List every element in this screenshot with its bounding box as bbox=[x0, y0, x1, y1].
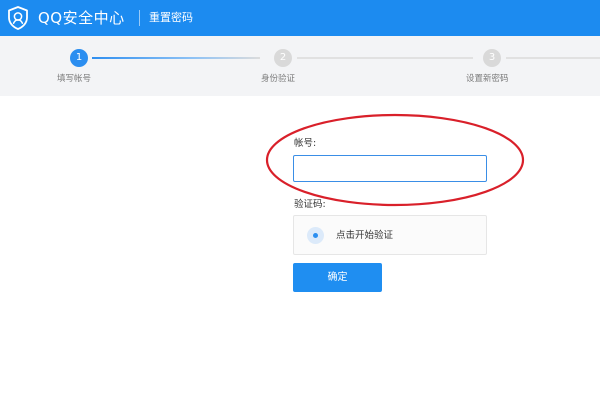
page-title: 重置密码 bbox=[149, 11, 193, 24]
radio-dot-icon bbox=[307, 227, 324, 244]
captcha-verify-widget[interactable]: 点击开始验证 bbox=[293, 215, 487, 255]
progress-steps: 1 2 3 填写帐号 身份验证 设置新密码 bbox=[0, 36, 600, 96]
brand-name: QQ安全中心 bbox=[38, 9, 125, 27]
step-connector-3 bbox=[506, 57, 600, 59]
step-1-label: 填写帐号 bbox=[57, 74, 92, 84]
step-2-label: 身份验证 bbox=[261, 74, 296, 84]
confirm-button[interactable]: 确定 bbox=[293, 263, 382, 292]
captcha-prompt: 点击开始验证 bbox=[336, 230, 394, 241]
step-3-label: 设置新密码 bbox=[466, 74, 509, 84]
step-connector-2 bbox=[297, 57, 473, 59]
account-label: 帐号: bbox=[294, 138, 317, 149]
step-connector-1 bbox=[92, 57, 260, 59]
step-3-number: 3 bbox=[483, 49, 501, 67]
header-divider bbox=[139, 10, 140, 26]
header-bar: QQ安全中心 重置密码 bbox=[0, 0, 600, 36]
step-2-number: 2 bbox=[274, 49, 292, 67]
captcha-label: 验证码: bbox=[294, 199, 326, 210]
step-1-number: 1 bbox=[70, 49, 88, 67]
account-input[interactable] bbox=[293, 155, 487, 182]
shield-icon bbox=[8, 6, 28, 30]
